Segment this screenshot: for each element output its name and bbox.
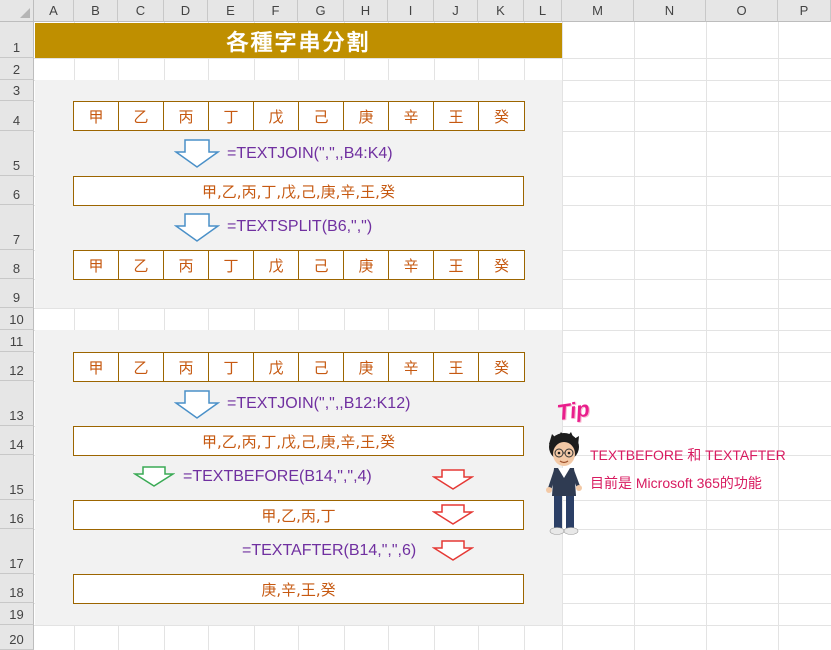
row-header-5[interactable]: 5	[0, 131, 34, 176]
row-header-1[interactable]: 1	[0, 22, 34, 58]
stem-cell[interactable]: 辛	[389, 251, 434, 279]
stem-cell[interactable]: 王	[434, 102, 479, 130]
column-header-i[interactable]: I	[388, 0, 434, 22]
red-down-arrow-icon	[432, 540, 474, 561]
stem-cell[interactable]: 甲	[74, 251, 119, 279]
stem-cell[interactable]: 乙	[119, 102, 164, 130]
spreadsheet: ABCDEFGHIJKLMNOP 1 2 3 4 5 6 7 8 9 10 11 12 13 14 15 16…	[0, 0, 831, 650]
row-header-9[interactable]: 9	[0, 279, 34, 308]
blue-down-arrow-icon	[174, 213, 220, 242]
stem-cell[interactable]: 辛	[389, 353, 434, 381]
row-header-3[interactable]: 3	[0, 80, 34, 101]
vertical-gridline	[562, 22, 563, 650]
stem-cell[interactable]: 己	[299, 353, 344, 381]
stem-cell[interactable]: 戊	[254, 102, 299, 130]
row-header-8[interactable]: 8	[0, 250, 34, 279]
column-header-n[interactable]: N	[634, 0, 706, 22]
row-header-6[interactable]: 6	[0, 176, 34, 205]
joined-string-b14[interactable]: 甲,乙,丙,丁,戊,己,庚,辛,王,癸	[73, 426, 524, 456]
row-header-11[interactable]: 11	[0, 330, 34, 352]
stem-cell[interactable]: 丙	[164, 251, 209, 279]
stem-cell[interactable]: 乙	[119, 251, 164, 279]
horizontal-gridline	[34, 58, 831, 59]
stems-row-12: 甲乙丙丁戊己庚辛王癸	[73, 352, 525, 382]
textjoin-formula-1: =TEXTJOIN(",",,B4:K4)	[227, 145, 393, 162]
stem-cell[interactable]: 乙	[119, 353, 164, 381]
stem-cell[interactable]: 庚	[344, 251, 389, 279]
row-header-12[interactable]: 12	[0, 352, 34, 381]
row-header-17[interactable]: 17	[0, 529, 34, 574]
row-header-2[interactable]: 2	[0, 58, 34, 80]
tip-line-1: TEXTBEFORE 和 TEXTAFTER	[590, 447, 786, 463]
stem-cell[interactable]: 戊	[254, 353, 299, 381]
column-header-j[interactable]: J	[434, 0, 478, 22]
vertical-gridline	[778, 22, 779, 650]
textbefore-formula: =TEXTBEFORE(B14,",",4)	[183, 468, 372, 485]
tip-badge: Tip	[555, 395, 592, 426]
stem-cell[interactable]: 辛	[389, 102, 434, 130]
textafter-result[interactable]: 庚,辛,王,癸	[73, 574, 524, 604]
row-header-14[interactable]: 14	[0, 426, 34, 455]
blue-down-arrow-icon	[174, 390, 220, 419]
stems-row-8: 甲乙丙丁戊己庚辛王癸	[73, 250, 525, 280]
row-header-18[interactable]: 18	[0, 574, 34, 603]
stem-cell[interactable]: 癸	[479, 102, 524, 130]
column-header-k[interactable]: K	[478, 0, 524, 22]
stem-cell[interactable]: 甲	[74, 102, 119, 130]
textsplit-formula: =TEXTSPLIT(B6,",")	[227, 218, 373, 235]
stem-cell[interactable]: 丁	[209, 102, 254, 130]
column-header-b[interactable]: B	[74, 0, 118, 22]
row-header-4[interactable]: 4	[0, 101, 34, 131]
row-header-10[interactable]: 10	[0, 308, 34, 330]
joined-string-b6[interactable]: 甲,乙,丙,丁,戊,己,庚,辛,王,癸	[73, 176, 524, 206]
column-header-f[interactable]: F	[254, 0, 298, 22]
stem-cell[interactable]: 庚	[344, 102, 389, 130]
stem-cell[interactable]: 丙	[164, 353, 209, 381]
stem-cell[interactable]: 丁	[209, 353, 254, 381]
column-header-p[interactable]: P	[778, 0, 831, 22]
green-down-arrow-icon	[133, 466, 175, 487]
column-header-d[interactable]: D	[164, 0, 208, 22]
stem-cell[interactable]: 王	[434, 251, 479, 279]
blue-down-arrow-icon	[174, 139, 220, 168]
horizontal-gridline	[34, 625, 831, 626]
tip-line-2: 目前是 Microsoft 365的功能	[590, 475, 762, 491]
stem-cell[interactable]: 王	[434, 353, 479, 381]
stem-cell[interactable]: 戊	[254, 251, 299, 279]
stem-cell[interactable]: 己	[299, 102, 344, 130]
row-header-19[interactable]: 19	[0, 603, 34, 625]
row-header-16[interactable]: 16	[0, 500, 34, 529]
stem-cell[interactable]: 己	[299, 251, 344, 279]
stem-cell[interactable]: 癸	[479, 251, 524, 279]
column-header-l[interactable]: L	[524, 0, 562, 22]
stems-row-4: 甲乙丙丁戊己庚辛王癸	[73, 101, 525, 131]
stem-cell[interactable]: 甲	[74, 353, 119, 381]
avatar	[546, 432, 582, 535]
row-header-15[interactable]: 15	[0, 455, 34, 500]
textafter-formula: =TEXTAFTER(B14,",",6)	[242, 542, 417, 559]
column-header-m[interactable]: M	[562, 0, 634, 22]
column-header-c[interactable]: C	[118, 0, 164, 22]
column-header-o[interactable]: O	[706, 0, 778, 22]
column-header-g[interactable]: G	[298, 0, 344, 22]
stem-cell[interactable]: 庚	[344, 353, 389, 381]
vertical-gridline	[634, 22, 635, 650]
horizontal-gridline	[34, 308, 831, 309]
sheet-title[interactable]: 各種字串分割	[35, 23, 562, 58]
textjoin-formula-2: =TEXTJOIN(",",,B12:K12)	[227, 395, 411, 412]
row-header-7[interactable]: 7	[0, 205, 34, 250]
vertical-gridline	[706, 22, 707, 650]
column-header-e[interactable]: E	[208, 0, 254, 22]
row-header-20[interactable]: 20	[0, 625, 34, 650]
stem-cell[interactable]: 丁	[209, 251, 254, 279]
column-header-a[interactable]: A	[34, 0, 74, 22]
column-header-h[interactable]: H	[344, 0, 388, 22]
red-down-arrow-icon	[432, 504, 474, 525]
select-all-corner[interactable]	[0, 0, 34, 22]
row-header-13[interactable]: 13	[0, 381, 34, 426]
red-down-arrow-icon	[432, 469, 474, 490]
stem-cell[interactable]: 丙	[164, 102, 209, 130]
stem-cell[interactable]: 癸	[479, 353, 524, 381]
